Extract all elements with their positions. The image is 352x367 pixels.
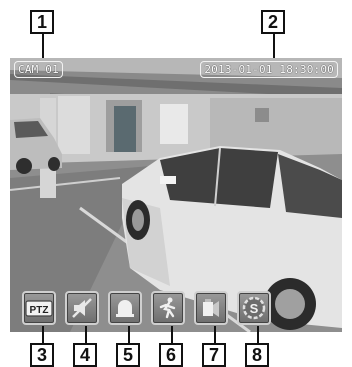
callout-6-leader bbox=[171, 326, 173, 344]
sequence-icon: S bbox=[242, 296, 266, 320]
ptz-icon-label: PTZ bbox=[30, 305, 49, 316]
callout-7: 7 bbox=[202, 343, 226, 367]
camera-name-label: CAM 01 bbox=[14, 61, 63, 78]
audio-mute-icon bbox=[72, 298, 92, 318]
alarm-status[interactable] bbox=[108, 291, 142, 325]
callout-6: 6 bbox=[159, 343, 183, 367]
callout-4-leader bbox=[85, 326, 87, 344]
ptz-status[interactable]: PTZ bbox=[22, 291, 56, 325]
callout-5: 5 bbox=[116, 343, 140, 367]
callout-5-leader bbox=[128, 326, 130, 344]
callout-8-leader bbox=[257, 326, 259, 344]
motion-detection-icon bbox=[159, 297, 176, 319]
sequence-icon-label: S bbox=[250, 301, 259, 316]
alarm-icon bbox=[116, 300, 134, 317]
ptz-icon: PTZ bbox=[25, 300, 53, 317]
callout-1: 1 bbox=[30, 10, 54, 34]
callout-7-leader bbox=[214, 326, 216, 344]
camera-live-view[interactable]: CAM 01 2013-01-01 18:30:00 PTZ S bbox=[10, 58, 342, 332]
sequence-status[interactable]: S bbox=[237, 291, 271, 325]
video-loss-icon bbox=[203, 299, 219, 317]
video-loss-status[interactable] bbox=[194, 291, 228, 325]
callout-8: 8 bbox=[245, 343, 269, 367]
audio-status[interactable] bbox=[65, 291, 99, 325]
callout-3-leader bbox=[42, 326, 44, 344]
motion-status[interactable] bbox=[151, 291, 185, 325]
callout-3: 3 bbox=[30, 343, 54, 367]
callout-4: 4 bbox=[73, 343, 97, 367]
callout-2: 2 bbox=[261, 10, 285, 34]
date-time-label: 2013-01-01 18:30:00 bbox=[200, 61, 338, 78]
